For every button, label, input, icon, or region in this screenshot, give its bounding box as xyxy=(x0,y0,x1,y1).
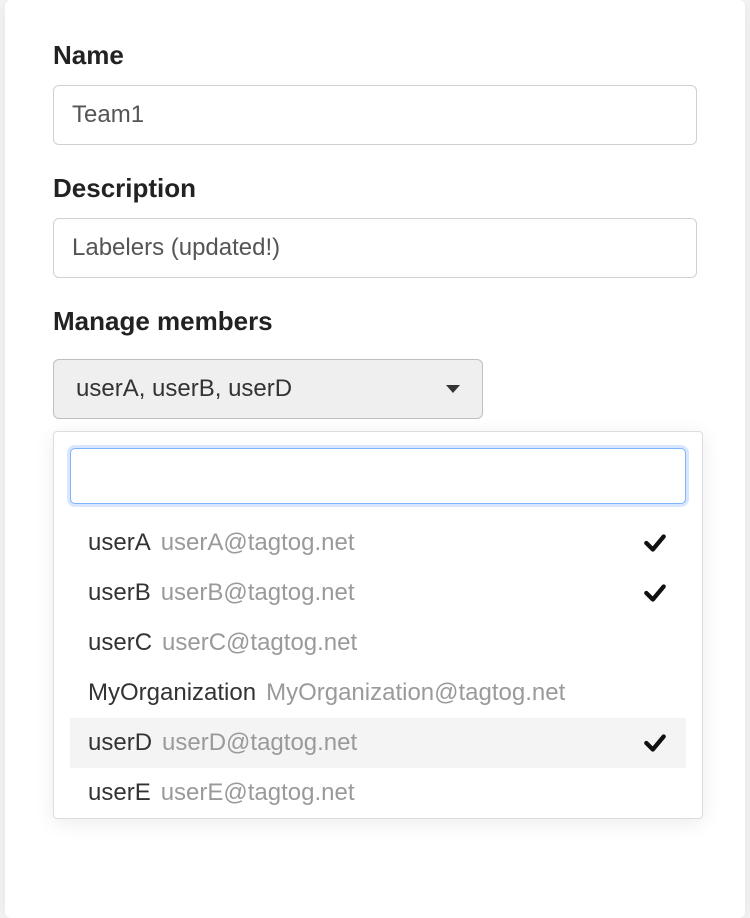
name-label: Name xyxy=(53,40,697,71)
member-option[interactable]: userB userB@tagtog.net xyxy=(70,568,686,618)
description-label: Description xyxy=(53,173,697,204)
name-input[interactable] xyxy=(53,85,697,145)
member-option-email: userA@tagtog.net xyxy=(161,529,355,557)
name-field-group: Name xyxy=(53,40,697,145)
member-option-name: userD xyxy=(88,729,152,757)
members-search-input[interactable] xyxy=(70,448,686,504)
member-option-name: userC xyxy=(88,629,152,657)
member-option-left: userB userB@tagtog.net xyxy=(88,579,355,607)
members-field-group: Manage members userA, userB, userD userA… xyxy=(53,306,697,419)
edit-team-modal: Name Description Manage members userA, u… xyxy=(5,0,745,918)
check-icon xyxy=(642,730,668,756)
member-option-left: userA userA@tagtog.net xyxy=(88,529,355,557)
members-dropdown: userA, userB, userD userAuserA@tagtog.ne… xyxy=(53,359,697,419)
member-option-left: userE userE@tagtog.net xyxy=(88,779,355,807)
member-option-left: MyOrganization MyOrganization@tagtog.net xyxy=(88,679,565,707)
member-option-email: MyOrganization@tagtog.net xyxy=(266,679,565,707)
member-option-email: userC@tagtog.net xyxy=(162,629,357,657)
check-icon xyxy=(642,530,668,556)
member-option[interactable]: userD userD@tagtog.net xyxy=(70,718,686,768)
member-option-email: userD@tagtog.net xyxy=(162,729,357,757)
member-option-email: userE@tagtog.net xyxy=(161,779,355,807)
member-option[interactable]: userE userE@tagtog.net xyxy=(70,768,686,818)
caret-down-icon xyxy=(446,385,460,393)
members-option-list: userA userA@tagtog.net userB userB@tagtog.n… xyxy=(70,518,686,818)
member-option-name: userE xyxy=(88,779,151,807)
member-option-name: MyOrganization xyxy=(88,679,256,707)
members-dropdown-panel: userA userA@tagtog.net userB userB@tagtog.n… xyxy=(53,431,703,819)
description-field-group: Description xyxy=(53,173,697,278)
member-option[interactable]: userA userA@tagtog.net xyxy=(70,518,686,568)
members-dropdown-summary: userA, userB, userD xyxy=(76,375,292,403)
member-option-name: userB xyxy=(88,579,151,607)
member-option-left: userD userD@tagtog.net xyxy=(88,729,357,757)
check-icon xyxy=(642,580,668,606)
description-input[interactable] xyxy=(53,218,697,278)
member-option-name: userA xyxy=(88,529,151,557)
members-label: Manage members xyxy=(53,306,697,337)
members-dropdown-toggle[interactable]: userA, userB, userD xyxy=(53,359,483,419)
member-option[interactable]: MyOrganization MyOrganization@tagtog.net xyxy=(70,668,686,718)
member-option-left: userC userC@tagtog.net xyxy=(88,629,357,657)
member-option[interactable]: userC userC@tagtog.net xyxy=(70,618,686,668)
member-option-email: userB@tagtog.net xyxy=(161,579,355,607)
